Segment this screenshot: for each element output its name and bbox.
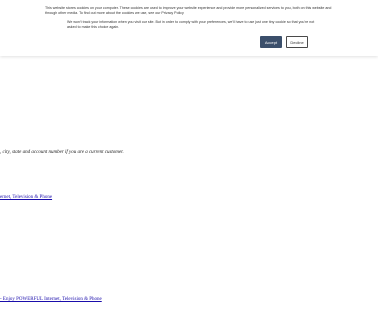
page: This website stores cookies on your comp… [0, 0, 378, 320]
decline-button[interactable]: Decline [286, 36, 308, 48]
customer-info-text: , city, state and account number if you … [0, 150, 124, 155]
cookie-preference-text: We won't track your information when you… [67, 20, 315, 29]
cookie-notice-text: This website stores cookies on your comp… [45, 6, 332, 15]
cookie-banner: This website stores cookies on your comp… [0, 0, 378, 56]
powerful-internet-link[interactable]: - Enjoy POWERFUL Internet, Television & … [0, 297, 102, 302]
accept-button[interactable]: Accept [260, 36, 282, 48]
internet-tv-phone-link[interactable]: ernet, Television & Phone [0, 195, 52, 200]
